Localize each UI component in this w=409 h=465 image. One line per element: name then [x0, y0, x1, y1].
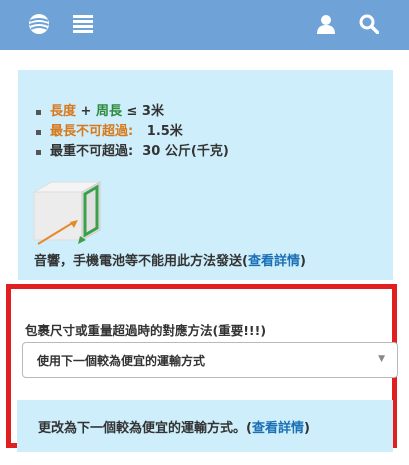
dropdown-arrow-icon: ▼: [378, 354, 385, 364]
oversize-method-label: 包裹尺寸或重量超過時的對應方法(重要!!!): [25, 323, 267, 338]
shipping-limits-panel: 長度 + 周長 ≤ 3米 最長不可超過: 1.5米 最重不可超過: 30 公斤(…: [18, 70, 393, 280]
package-box-icon: [30, 178, 110, 250]
rule-max-weight: 最重不可超過: 30 公斤(千克): [34, 142, 229, 162]
size-rules-list: 長度 + 周長 ≤ 3米 最長不可超過: 1.5米 最重不可超過: 30 公斤(…: [34, 102, 229, 162]
globe-icon[interactable]: [26, 11, 52, 37]
top-bar: [0, 0, 409, 50]
notice-details-link[interactable]: 查看詳情: [252, 421, 304, 436]
notice-text: 更改為下一個較為便宜的運輸方式。(查看詳情): [38, 421, 310, 436]
oversize-handling-section: 包裹尺寸或重量超過時的對應方法(重要!!!) 使用下一個較為便宜的運輸方式 ▼ …: [6, 284, 398, 452]
user-icon[interactable]: [313, 11, 339, 37]
search-icon[interactable]: [356, 11, 382, 37]
rule-max-length: 最長不可超過: 1.5米: [34, 122, 229, 142]
details-link[interactable]: 查看詳情: [248, 254, 300, 269]
rule-length-girth: 長度 + 周長 ≤ 3米: [34, 102, 229, 122]
selected-option: 使用下一個較為便宜的運輸方式: [37, 354, 206, 368]
oversize-notice: 更改為下一個較為便宜的運輸方式。(查看詳情): [17, 400, 393, 452]
oversize-method-select[interactable]: 使用下一個較為便宜的運輸方式 ▼: [22, 342, 398, 378]
menu-icon[interactable]: [70, 11, 96, 37]
battery-restriction-note: 音響，手機電池等不能用此方法發送(查看詳情): [34, 254, 306, 269]
